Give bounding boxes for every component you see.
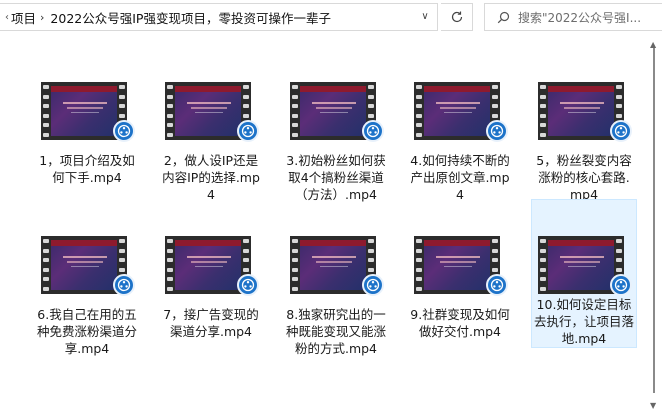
address-bar[interactable]: ‹ 项目 › 2022公众号强IP强变现项目，零投资可操作一辈子 [0,3,438,31]
video-thumbnail [41,82,135,142]
video-thumbnail [538,82,632,142]
breadcrumb-current-folder[interactable]: 2022公众号强IP强变现项目，零投资可操作一辈子 [50,8,331,27]
file-item[interactable]: 2，做人设IP还是内容IP的选择.mp4 [159,82,263,203]
file-item[interactable]: 5，粉丝裂变内容涨粉的核心套路.mp4 [532,82,636,203]
file-item[interactable]: 1，项目介绍及如何下手.mp4 [35,82,139,186]
video-thumbnail [290,236,384,296]
video-thumbnail [165,82,259,142]
scrollbar-thumb[interactable] [653,48,655,393]
toolbar: ‹ 项目 › 2022公众号强IP强变现项目，零投资可操作一辈子 ∨ 搜索"20… [0,0,662,36]
chevron-left-icon[interactable]: ‹ [3,12,11,23]
file-name: 9.社群变现及如何做好交付.mp4 [410,307,510,339]
file-item[interactable]: 10.如何设定目标去执行，让项目落地.mp4 [531,199,637,348]
video-player-icon [610,274,632,296]
video-player-icon [362,120,384,142]
file-item[interactable]: 9.社群变现及如何做好交付.mp4 [408,236,512,340]
video-player-icon [486,120,508,142]
video-player-icon [362,274,384,296]
scroll-down-icon[interactable]: ▼ [650,401,656,410]
file-item[interactable]: 4.如何持续不断的产出原创文章.mp4 [408,82,512,203]
file-name: 3.初始粉丝如何获取4个搞粉丝渠道（方法）.mp4 [286,153,386,202]
video-thumbnail [165,236,259,296]
video-thumbnail [538,236,632,296]
video-player-icon [113,120,135,142]
chevron-down-icon[interactable]: ∨ [417,8,433,24]
file-name: 5，粉丝裂变内容涨粉的核心套路.mp4 [536,153,632,202]
search-icon [497,11,510,24]
file-name: 6.我自己在用的五种免费涨粉渠道分享.mp4 [37,307,138,356]
video-player-icon [113,274,135,296]
refresh-icon [451,11,462,23]
file-item[interactable]: 6.我自己在用的五种免费涨粉渠道分享.mp4 [35,236,139,357]
file-name: 8.独家研究出的一种既能变现又能涨粉的方式.mp4 [286,307,387,356]
video-thumbnail [414,82,508,142]
video-player-icon [237,274,259,296]
video-thumbnail [414,236,508,296]
file-name: 1，项目介绍及如何下手.mp4 [39,153,135,185]
chevron-right-icon[interactable]: › [40,11,44,24]
file-name: 2，做人设IP还是内容IP的选择.mp4 [162,153,260,202]
file-name: 7，接广告变现的渠道分享.mp4 [163,307,259,339]
video-thumbnail [41,236,135,296]
file-name: 4.如何持续不断的产出原创文章.mp4 [410,153,510,202]
video-player-icon [610,120,632,142]
video-player-icon [237,120,259,142]
breadcrumb-project[interactable]: 项目 [11,8,36,27]
file-item[interactable]: 8.独家研究出的一种既能变现又能涨粉的方式.mp4 [284,236,388,357]
file-name: 10.如何设定目标去执行，让项目落地.mp4 [534,297,635,346]
file-item[interactable]: 3.初始粉丝如何获取4个搞粉丝渠道（方法）.mp4 [284,82,388,203]
refresh-button[interactable] [441,3,473,31]
video-thumbnail [290,82,384,142]
file-item[interactable]: 7，接广告变现的渠道分享.mp4 [159,236,263,340]
search-placeholder: 搜索"2022公众号强I... [518,10,642,25]
video-player-icon [486,274,508,296]
search-input[interactable]: 搜索"2022公众号强I... [484,3,662,31]
